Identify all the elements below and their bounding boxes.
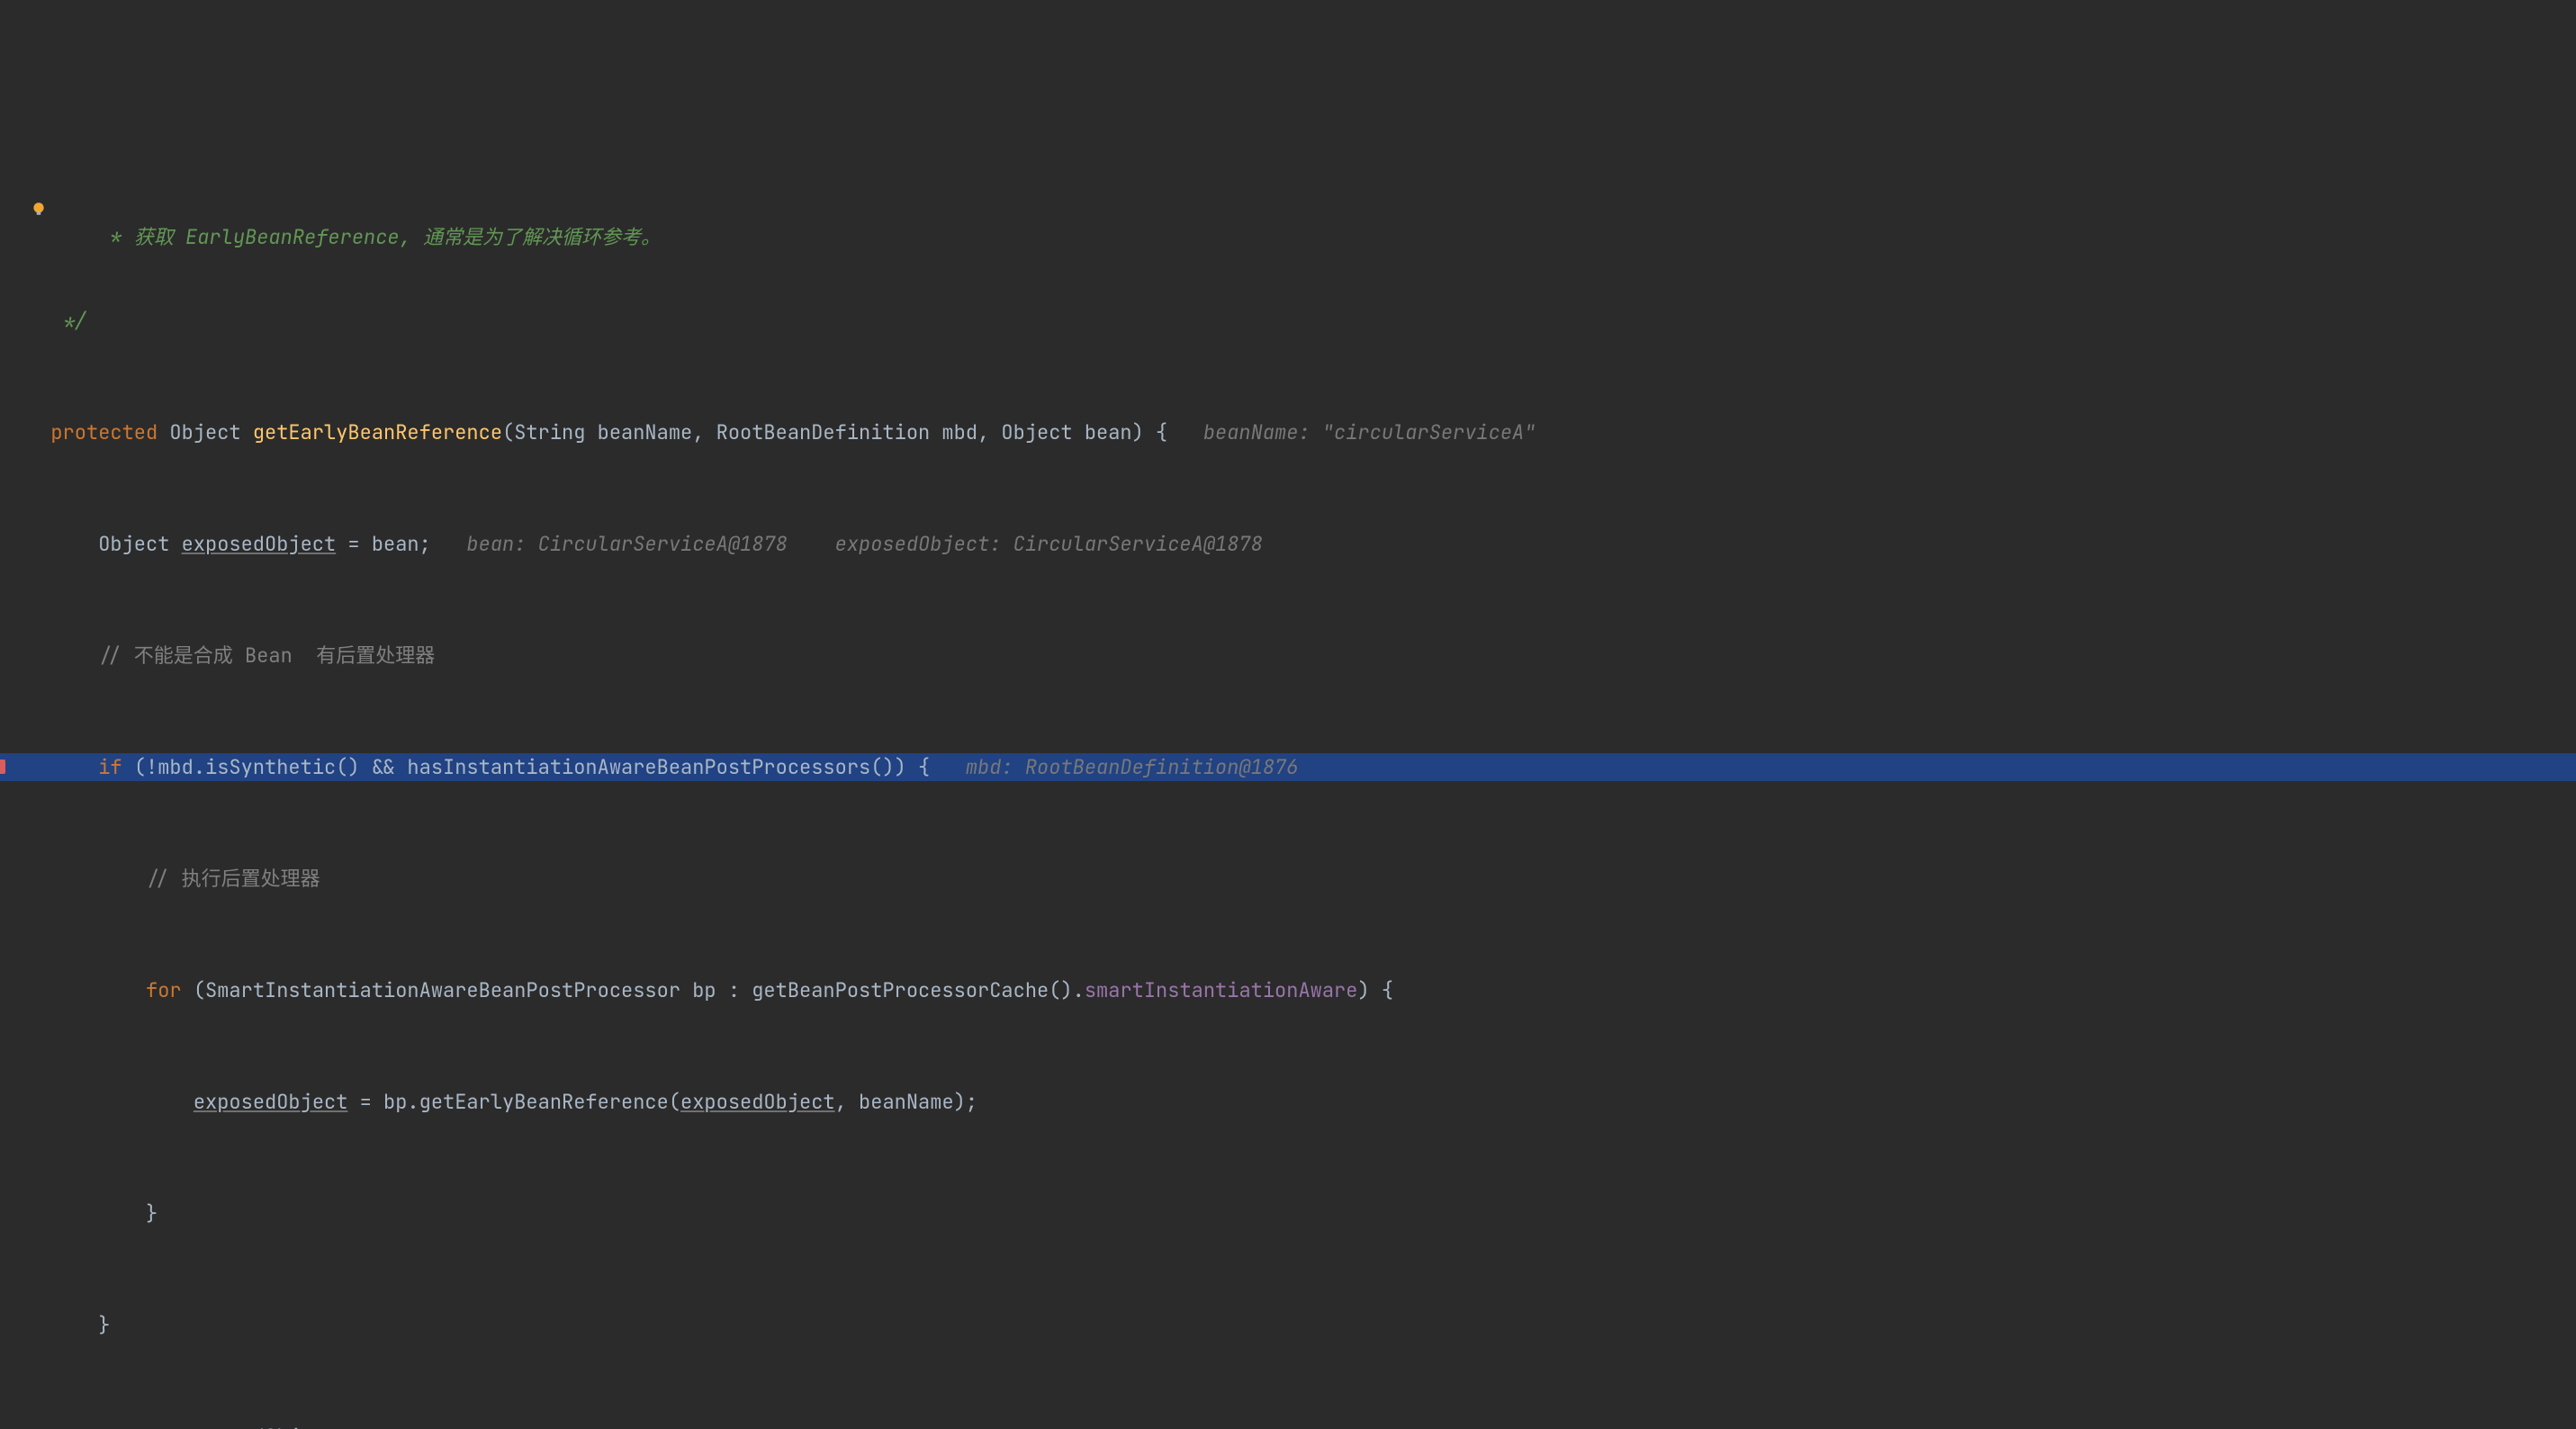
variable: exposedObject — [182, 531, 337, 557]
code-line[interactable]: } — [27, 1200, 2576, 1227]
variable: exposedObject — [680, 1089, 835, 1115]
code-line[interactable]: * 获取 EarlyBeanReference, 通常是为了解决循环参考。 — [27, 195, 2576, 223]
code-line[interactable]: exposedObject = bp.getEarlyBeanReference… — [27, 1088, 2576, 1116]
code-editor[interactable]: * 获取 EarlyBeanReference, 通常是为了解决循环参考。 */… — [0, 112, 2576, 1429]
for-header: (SmartInstantiationAwareBeanPostProcesso… — [194, 977, 1085, 1003]
inline-debug-hint: bean: CircularServiceA@1878 exposedObjec… — [431, 531, 1263, 557]
method-name: getEarlyBeanReference — [253, 419, 502, 445]
method-signature: (String beanName, RootBeanDefinition mbd… — [502, 419, 1167, 445]
javadoc-text: * 获取 EarlyBeanReference, 通常是为了解决循环参考。 — [75, 224, 661, 250]
variable: exposedObject — [194, 1089, 348, 1115]
execution-line[interactable]: if (!mbd.isSynthetic() && hasInstantiati… — [0, 753, 2576, 781]
execution-marker-icon[interactable] — [0, 759, 5, 774]
variable: exposedObject — [182, 1424, 337, 1429]
code-text: = bp.getEarlyBeanReference( — [347, 1089, 680, 1115]
line-comment: // 不能是合成 Bean 有后置处理器 — [27, 643, 435, 669]
keyword-protected: protected — [27, 419, 169, 445]
keyword-if: if — [98, 754, 134, 780]
code-text: ; — [336, 1424, 347, 1429]
close-brace: } — [27, 1200, 158, 1227]
code-line[interactable]: // 执行后置处理器 — [27, 865, 2576, 893]
type-object: Object — [169, 419, 252, 445]
javadoc-close: */ — [27, 308, 86, 334]
keyword-return: return — [98, 1424, 181, 1429]
inline-debug-hint: mbd: RootBeanDefinition@1876 — [930, 754, 1298, 780]
field-ref: smartInstantiationAware — [1085, 977, 1358, 1003]
condition: (!mbd.isSynthetic() && hasInstantiationA… — [134, 754, 930, 780]
code-line[interactable]: // 不能是合成 Bean 有后置处理器 — [27, 642, 2576, 670]
code-text: = bean; — [336, 531, 431, 557]
line-comment: // 执行后置处理器 — [27, 866, 320, 892]
keyword-for: for — [146, 977, 194, 1003]
code-text: , beanName); — [835, 1089, 977, 1115]
code-line[interactable]: Object exposedObject = bean; bean: Circu… — [27, 530, 2576, 558]
intention-bulb-icon[interactable] — [31, 201, 47, 217]
code-text: Object — [27, 531, 182, 557]
code-line[interactable]: */ — [27, 307, 2576, 335]
code-line[interactable]: for (SmartInstantiationAwareBeanPostProc… — [27, 976, 2576, 1004]
close-brace: } — [27, 1312, 110, 1338]
code-text: ) { — [1357, 977, 1393, 1003]
code-line[interactable]: } — [27, 1311, 2576, 1339]
code-line[interactable]: return exposedObject; — [27, 1423, 2576, 1429]
inline-debug-hint: beanName: "circularServiceA" — [1167, 419, 1536, 445]
code-line[interactable]: protected Object getEarlyBeanReference(S… — [27, 418, 2576, 446]
